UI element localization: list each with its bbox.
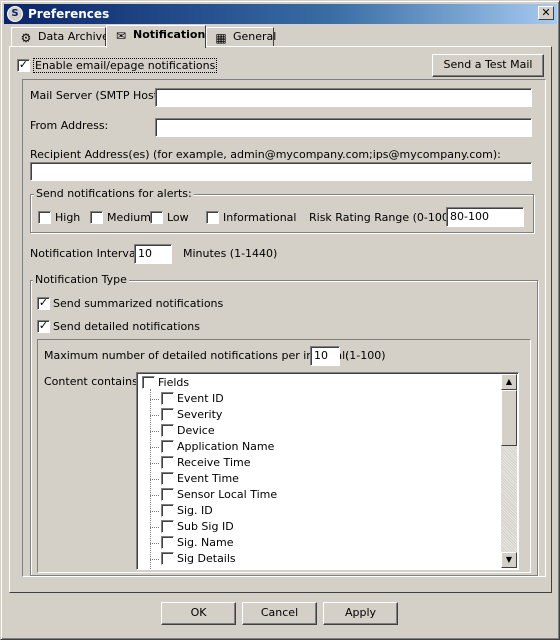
tree-item-checkbox[interactable]: [161, 456, 174, 469]
content-contains-label: Content contains:: [44, 375, 142, 388]
high-label: High: [55, 211, 81, 224]
mail-server-input[interactable]: [155, 88, 532, 107]
alerts-legend: Send notifications for alerts:: [34, 187, 194, 200]
tab-label: General: [233, 30, 277, 43]
tree-item-label: Receive Time: [177, 456, 251, 469]
tree-connector: [150, 447, 159, 448]
tree-item-label: Event Time: [177, 472, 239, 485]
tree-item-label: Sub Sig ID: [177, 520, 234, 533]
tree-connector: [150, 431, 159, 432]
check-mark-icon: ✓: [38, 296, 49, 309]
tree-item-label: Sig. Name: [177, 536, 234, 549]
tree-item-checkbox[interactable]: [161, 424, 174, 437]
tree-root-label: Fields: [158, 376, 190, 389]
interval-input[interactable]: 10: [134, 244, 172, 264]
tree-connector: [150, 415, 159, 416]
tab-notification[interactable]: ✉ Notification: [106, 25, 206, 48]
tree-item-checkbox[interactable]: [161, 408, 174, 421]
notification-type-legend: Notification Type: [33, 273, 129, 286]
tree-connector: [150, 463, 159, 464]
tree-connector: [150, 527, 159, 528]
tab-label: Notification: [133, 28, 206, 41]
interval-unit: Minutes (1-1440): [183, 247, 278, 260]
tree-item-checkbox[interactable]: [161, 472, 174, 485]
scroll-down-arrow-icon[interactable]: ▼: [501, 552, 517, 568]
tree-scrollbar[interactable]: ▲ ▼: [501, 374, 517, 568]
tab-general[interactable]: ▦ General: [206, 27, 277, 47]
cancel-button[interactable]: Cancel: [242, 602, 317, 625]
envelope-icon: ✉: [115, 29, 127, 43]
tree-item-checkbox[interactable]: [161, 440, 174, 453]
high-checkbox[interactable]: [38, 211, 51, 224]
medium-checkbox[interactable]: [90, 211, 103, 224]
tree-item-label: Sig Details: [177, 552, 236, 565]
low-checkbox[interactable]: [150, 211, 163, 224]
tree-item-checkbox[interactable]: [161, 536, 174, 549]
check-mark-icon: ✓: [38, 319, 49, 332]
send-test-mail-button[interactable]: Send a Test Mail: [432, 54, 544, 77]
mail-server-label: Mail Server (SMTP Host):: [30, 89, 167, 102]
tree-connector: [150, 511, 159, 512]
summarized-checkbox[interactable]: ✓: [37, 297, 50, 310]
from-address-label: From Address:: [30, 119, 109, 132]
recipient-label: Recipient Address(es) (for example, admi…: [30, 148, 501, 161]
tree-item-label: Sensor Local Time: [177, 488, 278, 501]
low-label: Low: [167, 211, 189, 224]
gears-icon: ⚙: [20, 31, 32, 45]
tree-item-checkbox[interactable]: [161, 488, 174, 501]
tree-connector: [150, 543, 159, 544]
notification-panel: ✓ Enable email/epage notifications Send …: [9, 46, 552, 593]
tab-label: Data Archive: [38, 30, 109, 43]
tree-item-label: Severity: [177, 408, 223, 421]
summarized-label: Send summarized notifications: [53, 297, 224, 310]
detailed-label: Send detailed notifications: [53, 320, 200, 333]
ok-button[interactable]: OK: [161, 602, 236, 625]
tab-data-archive[interactable]: ⚙ Data Archive: [11, 27, 109, 47]
tree-item-label: Device: [177, 424, 215, 437]
grid-icon: ▦: [215, 31, 227, 45]
tree-item-checkbox[interactable]: [161, 552, 174, 565]
check-mark-icon: ✓: [18, 58, 29, 71]
scroll-thumb[interactable]: [501, 390, 517, 446]
informational-label: Informational: [223, 211, 297, 224]
enable-notifications-label: Enable email/epage notifications: [33, 58, 218, 73]
tree-connector: [150, 399, 159, 400]
informational-checkbox[interactable]: [206, 211, 219, 224]
title-bar[interactable]: S Preferences ✕: [4, 4, 557, 24]
tree-item-label: Application Name: [177, 440, 275, 453]
apply-button[interactable]: Apply: [323, 602, 398, 625]
interval-label: Notification Interval:: [30, 247, 143, 260]
app-shield-icon: S: [7, 6, 23, 22]
fields-tree[interactable]: Fields Event ID Severity Device Applicat…: [136, 372, 519, 570]
tree-item-checkbox[interactable]: [161, 520, 174, 533]
max-notifications-label: Maximum number of detailed notifications…: [44, 349, 349, 362]
tree-connector: [150, 559, 159, 560]
preferences-window: S Preferences ✕ ⚙ Data Archive ✉ Notific…: [0, 0, 560, 640]
from-address-input[interactable]: [155, 118, 532, 137]
medium-label: Medium: [107, 211, 151, 224]
tree-item-checkbox[interactable]: [161, 504, 174, 517]
tree-connector: [150, 479, 159, 480]
fields-checkbox[interactable]: [142, 376, 155, 389]
detailed-checkbox[interactable]: ✓: [37, 320, 50, 333]
alerts-group: Send notifications for alerts: High Medi…: [30, 187, 534, 233]
max-notifications-range: (1-100): [345, 349, 386, 362]
tree-item-label: Sig. ID: [177, 504, 213, 517]
recipient-input[interactable]: [30, 162, 532, 181]
window-title: Preferences: [28, 7, 110, 21]
scroll-up-arrow-icon[interactable]: ▲: [501, 374, 517, 390]
tree-connector: [150, 495, 159, 496]
risk-rating-input[interactable]: 80-100: [446, 207, 524, 227]
tree-item-checkbox[interactable]: [161, 392, 174, 405]
enable-notifications-checkbox[interactable]: ✓: [17, 59, 30, 72]
max-notifications-input[interactable]: 10: [310, 346, 340, 366]
tree-item-label: Event ID: [177, 392, 224, 405]
risk-rating-label: Risk Rating Range (0-100):: [309, 211, 457, 224]
close-button[interactable]: ✕: [538, 6, 554, 20]
